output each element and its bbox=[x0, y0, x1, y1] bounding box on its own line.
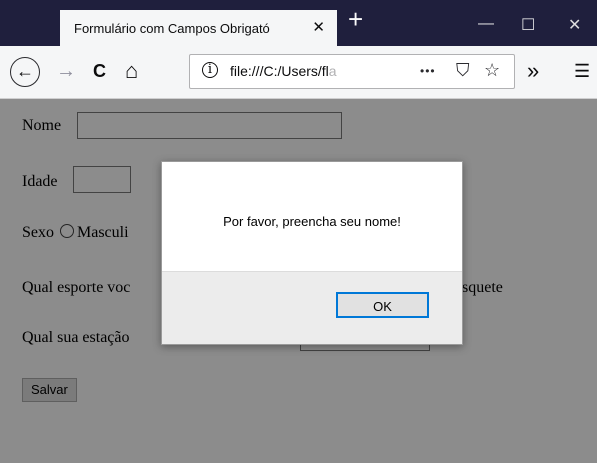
menu-icon[interactable]: ☰ bbox=[574, 60, 590, 82]
maximize-icon[interactable]: ☐ bbox=[521, 15, 535, 35]
overflow-icon[interactable]: » bbox=[527, 60, 539, 82]
pocket-icon[interactable]: ⛉ bbox=[456, 60, 470, 81]
tab-title: Formulário com Campos Obrigató bbox=[74, 21, 270, 36]
new-tab-icon[interactable]: + bbox=[348, 6, 363, 32]
close-window-icon[interactable]: ✕ bbox=[568, 15, 581, 35]
browser-tab[interactable]: Formulário com Campos Obrigató ✕ bbox=[60, 10, 337, 46]
tab-close-icon[interactable]: ✕ bbox=[312, 18, 325, 36]
page-actions-icon[interactable]: ••• bbox=[420, 64, 436, 78]
ok-button[interactable]: OK bbox=[336, 292, 429, 318]
site-info-icon[interactable]: i bbox=[202, 62, 218, 78]
bookmark-star-icon[interactable]: ☆ bbox=[484, 60, 500, 81]
url-bar[interactable]: i file:///C:/Users/fla ••• ⛉ ☆ bbox=[189, 54, 515, 89]
navigation-bar: ← → C ⌂ i file:///C:/Users/fla ••• ⛉ ☆ »… bbox=[0, 46, 597, 99]
alert-footer: OK bbox=[162, 271, 462, 344]
alert-message: Por favor, preencha seu nome! bbox=[223, 214, 401, 229]
reload-icon[interactable]: C bbox=[93, 60, 106, 82]
title-bar: Formulário com Campos Obrigató ✕ + — ☐ ✕ bbox=[0, 0, 597, 46]
url-faded: a bbox=[328, 63, 337, 79]
home-icon[interactable]: ⌂ bbox=[125, 60, 138, 82]
url-visible: file:///C:/Users/fl bbox=[230, 63, 329, 79]
forward-icon[interactable]: → bbox=[56, 60, 76, 82]
back-icon[interactable]: ← bbox=[10, 57, 40, 87]
url-text[interactable]: file:///C:/Users/fla bbox=[230, 63, 337, 79]
minimize-icon[interactable]: — bbox=[478, 15, 494, 33]
alert-dialog: Por favor, preencha seu nome! OK bbox=[161, 161, 463, 345]
